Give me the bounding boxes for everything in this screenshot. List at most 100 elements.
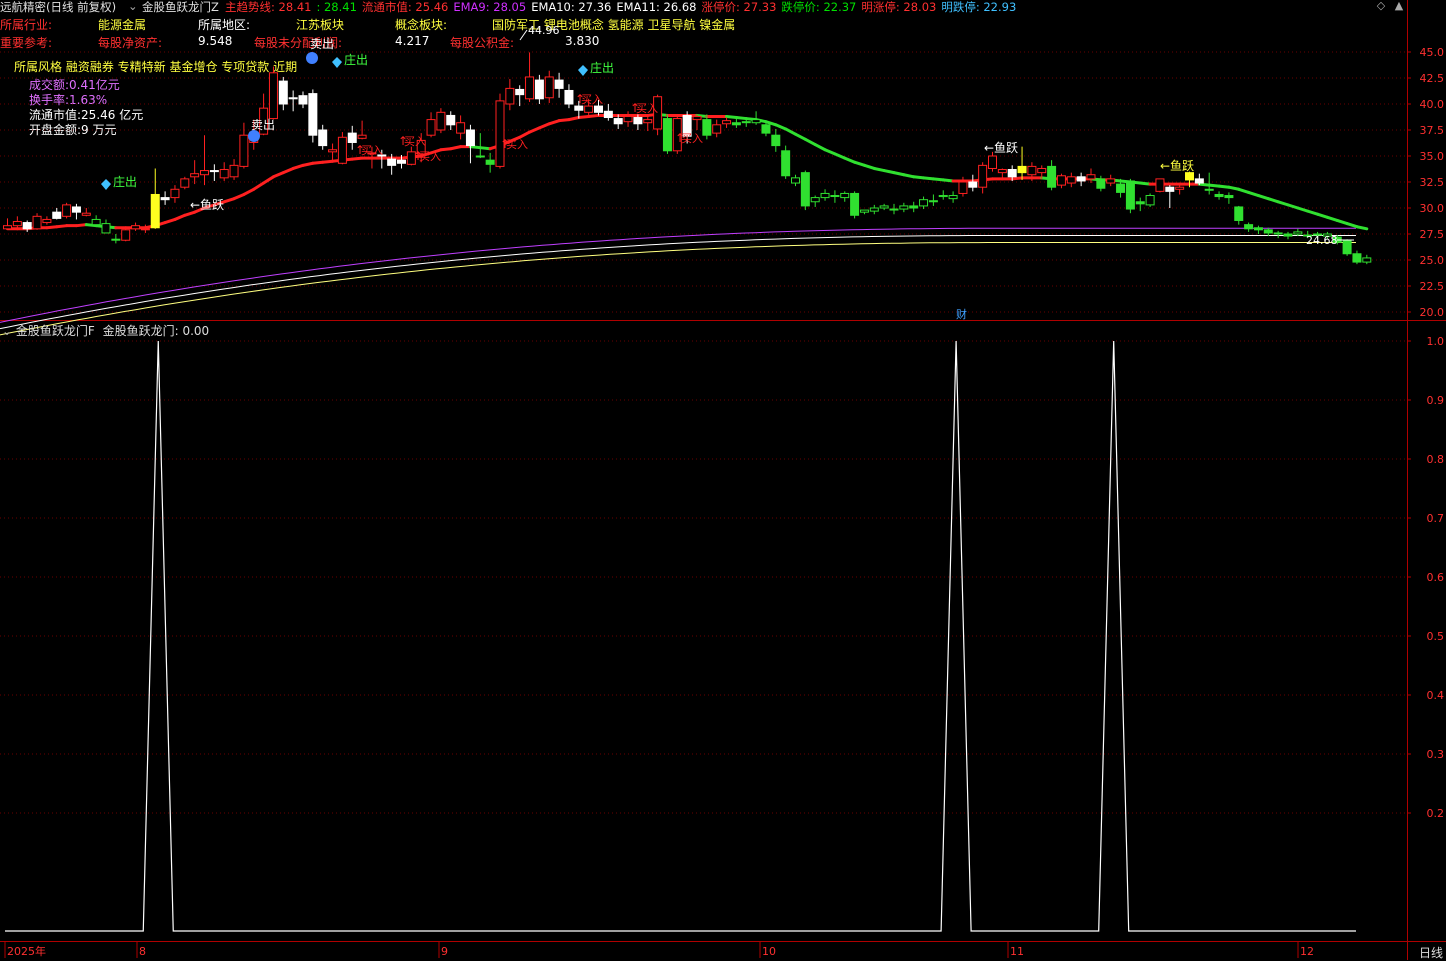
price-tick-label: 45.0 [1420, 46, 1445, 59]
chart-canvas[interactable]: 45.0 42.5 40.0 37.5 35.0 32.5 30.0 27.5 25.0 22.5… [0, 0, 1446, 960]
candle-body [22, 222, 32, 230]
candle-body [111, 238, 121, 241]
candle-body [1017, 165, 1027, 174]
fish-jump-label: ←鱼跃 [190, 198, 224, 212]
candle-body [180, 178, 190, 188]
sub-menu-icon[interactable]: ⌄ [2, 324, 16, 338]
trend-line-segment [794, 132, 807, 141]
candle-body [692, 115, 702, 121]
candle-body [1027, 165, 1037, 176]
trend-line-segment [528, 126, 541, 134]
trend-line-segment [1345, 222, 1359, 229]
trend-line-segment [1335, 218, 1349, 226]
trend-line-segment [902, 173, 916, 179]
sub-tick-label: 0.8 [1427, 453, 1445, 466]
candle-body [1096, 178, 1106, 189]
candle-body [919, 199, 929, 207]
trend-line-segment [291, 163, 305, 170]
trend-line-segment [1227, 185, 1241, 191]
candle-body [1056, 175, 1066, 186]
candle-body [1204, 188, 1214, 191]
candle-body [554, 79, 564, 89]
candle-body [574, 105, 584, 111]
trend-line-segment [271, 171, 285, 179]
candle-body [91, 218, 101, 226]
candle-body [436, 111, 446, 131]
time-tick-label: 11 [1010, 945, 1024, 958]
period-label[interactable]: 日线 [1419, 944, 1443, 961]
candle-body [62, 204, 72, 217]
candle-body [702, 119, 712, 136]
buy-label: 买入 [636, 102, 658, 115]
time-tick-label: 9 [441, 945, 448, 958]
buy-label: 买入 [506, 138, 528, 151]
trend-line-segment [823, 148, 837, 156]
sub-tick-label: 0.7 [1427, 512, 1445, 525]
candle-body [800, 172, 810, 207]
buy-label: 买入 [404, 135, 426, 148]
candle-body [1047, 165, 1057, 188]
candle-body [121, 229, 131, 241]
sub-tick-label: 1.0 [1427, 335, 1445, 348]
trend-line-segment [173, 213, 187, 221]
trend-line-segment [518, 130, 532, 139]
zhuang-out-label: 庄出 [113, 174, 137, 189]
candle-body [731, 122, 741, 126]
sub-tick-label: 0.6 [1427, 571, 1445, 584]
trend-line-segment [1286, 203, 1300, 210]
candle-body [1145, 195, 1155, 206]
candle-body [603, 110, 613, 119]
trend-line-segment [1296, 206, 1310, 213]
diamond-icon [101, 179, 111, 190]
fish-jump-label: ←鱼跃 [1160, 159, 1194, 173]
sub-panel-title[interactable]: 金股鱼跃龙门F [16, 324, 95, 338]
trend-line-segment [1355, 225, 1369, 231]
buy-label: 买入 [681, 132, 703, 145]
trend-line-segment [833, 152, 847, 160]
candle-body [101, 223, 111, 234]
trend-line-segment [281, 166, 295, 175]
candle-body [387, 158, 397, 166]
ema-line-ema10 [0, 235, 1356, 330]
candle-body [485, 159, 495, 165]
candle-body [515, 88, 525, 96]
candle-body [988, 155, 997, 169]
candle-body [426, 119, 436, 136]
trend-line-segment [803, 137, 817, 147]
trend-line-segment [1237, 187, 1251, 194]
candle-body [613, 118, 623, 125]
trend-line-segment [232, 192, 246, 201]
trend-line-segment [1325, 215, 1339, 222]
candle-body [820, 192, 830, 199]
candle-body [722, 120, 732, 125]
candle-body [840, 192, 850, 199]
candle-body [978, 164, 988, 188]
price-tick-label: 35.0 [1420, 150, 1445, 163]
finance-marker[interactable]: 财 [956, 306, 967, 322]
candle-body [1273, 232, 1283, 235]
trend-line-segment [882, 169, 896, 175]
candle-body [495, 100, 505, 167]
candle-body [1342, 239, 1352, 255]
candle-body [475, 155, 485, 158]
candle-body [1185, 172, 1194, 181]
candle-body [1165, 186, 1175, 192]
candle-body [712, 124, 722, 134]
trend-line-segment [1256, 194, 1270, 201]
candle-body [633, 117, 643, 125]
trend-line-segment [163, 217, 177, 225]
sub-tick-label: 0.5 [1427, 630, 1445, 643]
trend-line-segment [1306, 209, 1320, 216]
candle-body [1066, 176, 1076, 184]
candle-body [268, 72, 278, 120]
candle-body [397, 159, 406, 164]
candle-body [938, 195, 948, 198]
candle-body [1076, 176, 1086, 182]
fish-jump-label: ←鱼跃 [984, 141, 1018, 155]
candle-body [810, 197, 820, 203]
candle-body [909, 205, 919, 209]
candle-body [534, 79, 544, 100]
price-tick-label: 40.0 [1420, 98, 1445, 111]
sub-panel-header: ⌄ 金股鱼跃龙门F 金股鱼跃龙门: 0.00 [2, 322, 209, 339]
last-price-label: 24.68 [1306, 234, 1338, 247]
